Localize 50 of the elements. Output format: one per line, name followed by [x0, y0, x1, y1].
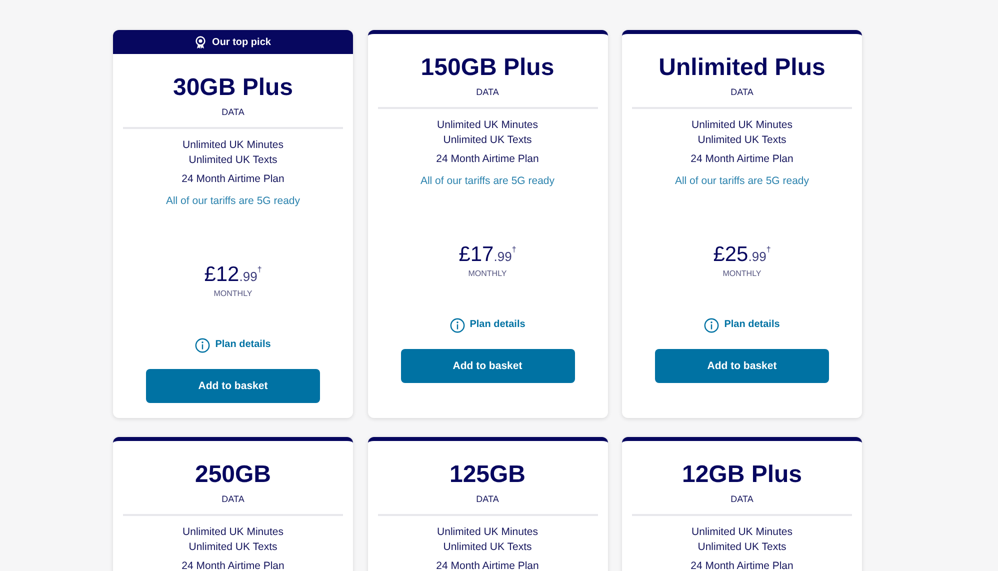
plan-details-link[interactable]: Plan details: [704, 316, 780, 334]
info-link[interactable]: All of our tariffs are 5G ready: [166, 194, 300, 209]
plan-name: Unlimited Plus: [658, 54, 826, 82]
feature-text: Unlimited UK Minutes: [182, 525, 284, 540]
data-label: DATA: [730, 86, 754, 98]
info-link[interactable]: All of our tariffs are 5G ready: [674, 174, 810, 189]
info-icon: [704, 318, 720, 332]
billing-period: MONTHLY: [722, 269, 762, 279]
add-to-basket-button[interactable]: Add to basket: [655, 349, 829, 383]
billing-period: MONTHLY: [214, 289, 252, 299]
info-icon: [195, 338, 210, 352]
data-label: DATA: [222, 106, 244, 118]
plan-name: 12GB Plus: [682, 461, 802, 489]
info-link[interactable]: All of our tariffs are 5G ready: [420, 174, 555, 189]
plan-name: 250GB: [194, 461, 272, 489]
billing-period: MONTHLY: [468, 269, 507, 279]
feature-text: Unlimited UK Texts: [696, 133, 788, 148]
feature-text: Unlimited UK Texts: [188, 540, 278, 555]
plan-details-link[interactable]: Plan details: [195, 336, 271, 354]
contract-term: 24 Month Airtime Plan: [182, 172, 284, 187]
plan-name: 125GB: [449, 461, 526, 489]
data-label: DATA: [222, 493, 244, 505]
plan-name: 30GB Plus: [172, 74, 294, 102]
info-icon: [450, 318, 465, 332]
rosette-icon: [195, 36, 206, 48]
data-label: DATA: [476, 493, 499, 505]
price: £12.99$^{†}$: [204, 263, 262, 288]
feature-text: Unlimited UK Minutes: [692, 525, 792, 540]
feature-text: Unlimited UK Minutes: [437, 525, 538, 540]
banner-label: Our top pick: [212, 36, 271, 48]
contract-term: 24 Month Airtime Plan: [436, 152, 539, 167]
add-to-basket-button[interactable]: Add to basket: [146, 369, 320, 403]
contract-term: 24 Month Airtime Plan: [182, 559, 284, 571]
feature-text: Unlimited UK Texts: [442, 133, 533, 148]
feature-text: Unlimited UK Texts: [696, 540, 788, 555]
plan-details-link[interactable]: Plan details: [450, 316, 526, 334]
feature-text: Unlimited UK Texts: [188, 153, 278, 168]
price: £17.99$^{†}$: [458, 243, 516, 268]
contract-term: 24 Month Airtime Plan: [436, 559, 539, 571]
add-to-basket-button[interactable]: Add to basket: [400, 349, 574, 383]
data-label: DATA: [476, 86, 499, 98]
plan-name: 150GB Plus: [420, 54, 554, 82]
feature-text: Unlimited UK Texts: [442, 540, 533, 555]
data-label: DATA: [730, 493, 754, 505]
price: £25.99$^{†}$: [713, 243, 771, 268]
feature-text: Unlimited UK Minutes: [692, 118, 792, 133]
contract-term: 24 Month Airtime Plan: [690, 559, 794, 571]
feature-text: Unlimited UK Minutes: [437, 118, 538, 133]
feature-text: Unlimited UK Minutes: [182, 138, 284, 153]
contract-term: 24 Month Airtime Plan: [690, 152, 794, 167]
